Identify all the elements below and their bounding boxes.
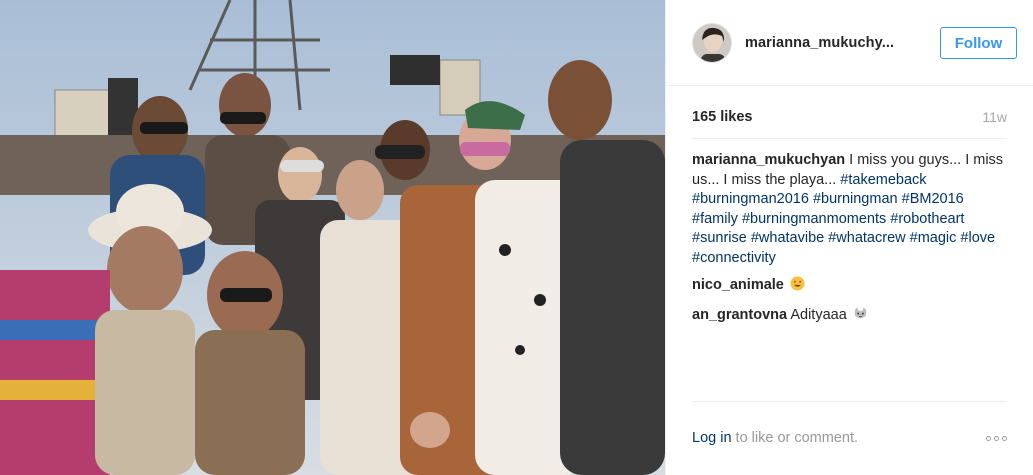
heart-eyes-emoji-icon [790,276,805,298]
divider [692,401,1007,402]
more-options-icon[interactable] [986,435,1007,441]
post-photo[interactable] [0,0,665,475]
hashtag[interactable]: #family [692,211,738,227]
group-photo-image [0,0,665,475]
hashtag[interactable]: #whatacrew [828,230,905,246]
avatar-image [693,23,731,62]
likes-count[interactable]: 165 likes [692,109,752,125]
divider [692,138,1007,139]
hashtag[interactable]: #BM2016 [902,191,964,207]
hashtag[interactable]: #robotheart [890,211,964,227]
login-prompt: Log in to like or comment. [692,430,858,446]
comments-section: marianna_mukuchyan I miss you guys... I … [692,151,1013,335]
comment-item: nico_animale [692,276,1013,298]
login-suffix: to like or comment. [731,430,859,446]
hashtag[interactable]: #whatavibe [751,230,824,246]
comment-author[interactable]: an_grantovna [692,307,787,323]
stats-row: 165 likes 11w [692,107,1007,127]
hashtag[interactable]: #sunrise [692,230,747,246]
comment-text: Adityaaa [790,306,847,323]
post-sidebar: marianna_mukuchy... Follow 165 likes 11w… [665,0,1033,475]
hashtag[interactable]: #connectivity [692,250,776,266]
post-footer: Log in to like or comment. [692,428,1007,448]
login-link[interactable]: Log in [692,430,732,446]
comment-author[interactable]: nico_animale [692,277,784,293]
hashtag[interactable]: #burningmanmoments [742,211,886,227]
post-age[interactable]: 11w [982,109,1007,125]
caption: marianna_mukuchyan I miss you guys... I … [692,151,1013,268]
username-link[interactable]: marianna_mukuchy... [745,35,915,51]
follow-button[interactable]: Follow [940,27,1017,59]
caption-author[interactable]: marianna_mukuchyan [692,152,845,168]
hashtag[interactable]: #burningman2016 [692,191,809,207]
hashtag[interactable]: #magic [910,230,957,246]
cat-emoji-icon [853,306,868,328]
avatar[interactable] [692,22,732,63]
hashtag[interactable]: #love [960,230,995,246]
hashtag[interactable]: #burningman [813,191,898,207]
instagram-post: marianna_mukuchy... Follow 165 likes 11w… [0,0,1033,475]
post-header: marianna_mukuchy... Follow [666,0,1033,86]
comment-item: an_grantovna Adityaaa [692,306,1013,328]
hashtag[interactable]: #takemeback [840,172,926,188]
